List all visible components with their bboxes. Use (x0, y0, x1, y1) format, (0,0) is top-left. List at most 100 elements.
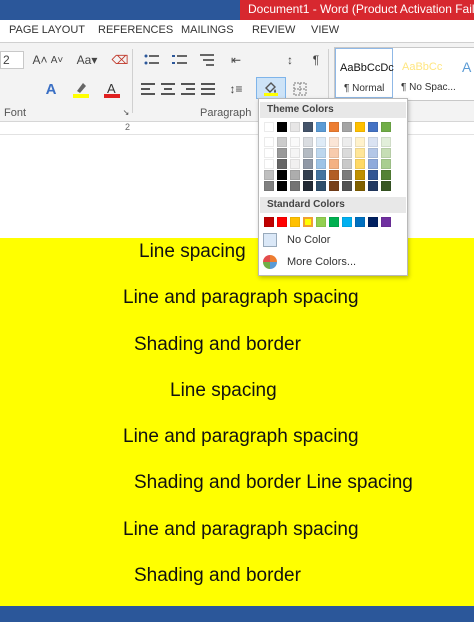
standard-color-swatch[interactable] (368, 217, 378, 227)
theme-color-swatch[interactable] (329, 137, 339, 147)
font-dialog-launcher-icon[interactable]: ↘ (122, 107, 130, 117)
align-center-icon[interactable] (160, 81, 176, 97)
theme-color-swatch[interactable] (303, 122, 313, 132)
bullets-icon[interactable] (140, 51, 164, 69)
justify-icon[interactable] (200, 81, 216, 97)
theme-color-swatch[interactable] (303, 159, 313, 169)
tab-view[interactable]: VIEW (311, 24, 339, 36)
theme-color-swatch[interactable] (368, 148, 378, 158)
theme-color-swatch[interactable] (277, 170, 287, 180)
decrease-indent-icon[interactable]: ⇤ (228, 51, 244, 69)
multilevel-list-icon[interactable] (196, 51, 220, 69)
theme-color-swatch[interactable] (303, 181, 313, 191)
theme-color-swatch[interactable] (342, 137, 352, 147)
font-color-icon[interactable]: A (101, 79, 123, 99)
theme-color-swatch[interactable] (368, 122, 378, 132)
standard-color-swatch[interactable] (355, 217, 365, 227)
theme-color-swatch[interactable] (316, 170, 326, 180)
align-right-icon[interactable] (180, 81, 196, 97)
theme-color-swatch[interactable] (303, 137, 313, 147)
theme-color-swatch[interactable] (277, 137, 287, 147)
theme-color-swatch[interactable] (329, 159, 339, 169)
borders-icon[interactable] (289, 79, 311, 99)
standard-color-swatch[interactable] (316, 217, 326, 227)
text-effects-icon[interactable]: A (40, 79, 62, 99)
theme-color-swatch[interactable] (316, 159, 326, 169)
theme-color-swatch[interactable] (290, 170, 300, 180)
theme-color-swatch[interactable] (303, 170, 313, 180)
standard-color-swatch[interactable] (277, 217, 287, 227)
clear-formatting-icon[interactable]: ⌫ (112, 51, 129, 69)
theme-color-swatch[interactable] (355, 148, 365, 158)
shrink-font-icon[interactable]: A˅ (50, 51, 64, 69)
theme-color-swatch[interactable] (381, 170, 391, 180)
tab-references[interactable]: REFERENCES (98, 24, 173, 36)
sort-icon[interactable]: ↕ (282, 51, 298, 69)
theme-color-swatch[interactable] (316, 148, 326, 158)
standard-color-swatch[interactable] (329, 217, 339, 227)
theme-color-swatch[interactable] (264, 159, 274, 169)
standard-color-swatch[interactable] (264, 217, 274, 227)
theme-color-swatch[interactable] (368, 170, 378, 180)
theme-color-swatch[interactable] (264, 137, 274, 147)
standard-color-swatch[interactable] (303, 217, 313, 227)
theme-color-swatch[interactable] (381, 159, 391, 169)
theme-color-swatch[interactable] (329, 170, 339, 180)
standard-color-swatch[interactable] (381, 217, 391, 227)
show-formatting-icon[interactable]: ¶ (308, 51, 324, 69)
theme-color-swatch[interactable] (355, 170, 365, 180)
theme-color-swatch[interactable] (381, 137, 391, 147)
style-no-spacing[interactable]: AaBbCc ¶ No Spac... (397, 48, 457, 98)
numbering-icon[interactable] (168, 51, 192, 69)
theme-color-swatch[interactable] (368, 181, 378, 191)
theme-color-swatch[interactable] (355, 181, 365, 191)
standard-color-swatch[interactable] (290, 217, 300, 227)
theme-color-swatch[interactable] (342, 148, 352, 158)
theme-color-swatch[interactable] (277, 148, 287, 158)
theme-color-swatch[interactable] (342, 159, 352, 169)
theme-color-swatch[interactable] (277, 159, 287, 169)
theme-color-swatch[interactable] (277, 181, 287, 191)
grow-font-icon[interactable]: A˄ (33, 51, 48, 69)
theme-color-swatch[interactable] (303, 148, 313, 158)
theme-color-swatch[interactable] (355, 122, 365, 132)
theme-color-swatch[interactable] (290, 148, 300, 158)
theme-color-swatch[interactable] (316, 181, 326, 191)
theme-color-swatch[interactable] (264, 170, 274, 180)
theme-color-swatch[interactable] (290, 122, 300, 132)
theme-color-swatch[interactable] (264, 148, 274, 158)
theme-color-swatch[interactable] (381, 122, 391, 132)
standard-color-swatch[interactable] (342, 217, 352, 227)
theme-color-swatch[interactable] (355, 137, 365, 147)
theme-color-swatch[interactable] (290, 159, 300, 169)
line-spacing-icon[interactable]: ↕≡ (224, 81, 248, 97)
tab-review[interactable]: REVIEW (252, 24, 295, 36)
no-color-item[interactable]: No Color (263, 232, 403, 250)
more-colors-item[interactable]: More Colors... (263, 254, 403, 272)
theme-color-swatch[interactable] (290, 181, 300, 191)
theme-color-swatch[interactable] (316, 122, 326, 132)
tab-mailings[interactable]: MAILINGS (181, 24, 234, 36)
highlight-color-icon[interactable] (70, 79, 92, 99)
theme-color-swatch[interactable] (277, 122, 287, 132)
theme-color-swatch[interactable] (264, 181, 274, 191)
theme-color-swatch[interactable] (264, 122, 274, 132)
theme-color-swatch[interactable] (381, 148, 391, 158)
align-left-icon[interactable] (140, 81, 156, 97)
style-heading[interactable]: A (459, 48, 474, 98)
theme-color-swatch[interactable] (342, 170, 352, 180)
font-size-box[interactable]: 2 (0, 51, 24, 69)
style-normal[interactable]: AaBbCcDc ¶ Normal (335, 48, 394, 98)
theme-color-swatch[interactable] (368, 159, 378, 169)
theme-color-swatch[interactable] (329, 122, 339, 132)
change-case-icon[interactable]: Aa▾ (76, 51, 98, 69)
theme-color-swatch[interactable] (316, 137, 326, 147)
theme-color-swatch[interactable] (342, 181, 352, 191)
theme-color-swatch[interactable] (342, 122, 352, 132)
theme-color-swatch[interactable] (355, 159, 365, 169)
theme-color-swatch[interactable] (329, 148, 339, 158)
theme-color-swatch[interactable] (290, 137, 300, 147)
theme-color-swatch[interactable] (329, 181, 339, 191)
theme-color-swatch[interactable] (368, 137, 378, 147)
tab-page-layout[interactable]: PAGE LAYOUT (9, 24, 85, 36)
